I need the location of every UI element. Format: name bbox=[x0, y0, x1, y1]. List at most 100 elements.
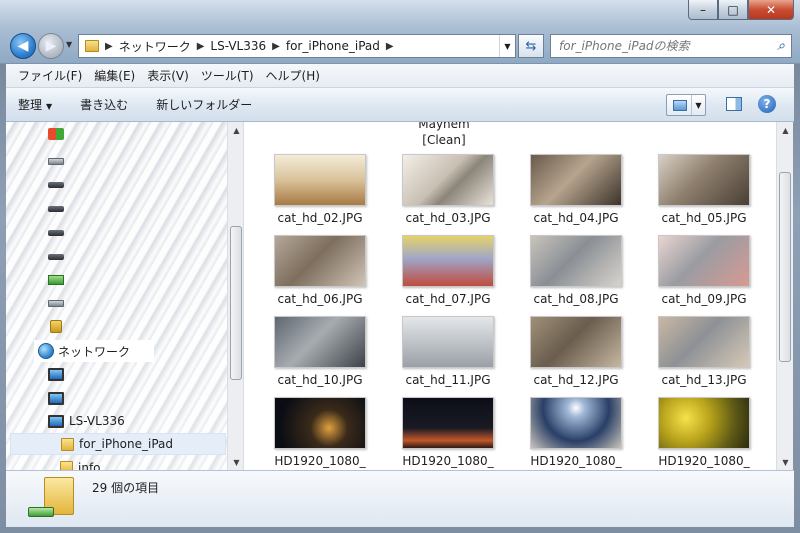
drive-icon[interactable] bbox=[48, 230, 64, 236]
forward-button[interactable]: ▶ bbox=[38, 33, 64, 59]
refresh-button[interactable]: ⇆ bbox=[518, 34, 544, 58]
scroll-up-arrow[interactable]: ▲ bbox=[228, 122, 243, 138]
search-input[interactable] bbox=[559, 39, 759, 53]
file-item[interactable]: cat_hd_05.JPG bbox=[640, 154, 768, 225]
image-thumbnail bbox=[274, 235, 366, 287]
partial-label-line2: [Clean] bbox=[422, 133, 466, 147]
chevron-right-icon[interactable]: ▶ bbox=[384, 41, 396, 52]
file-item[interactable]: cat_hd_07.JPG bbox=[384, 235, 512, 306]
file-item[interactable]: cat_hd_06.JPG bbox=[256, 235, 384, 306]
scroll-thumb[interactable] bbox=[779, 172, 791, 362]
drive-icon[interactable] bbox=[48, 158, 64, 165]
close-button[interactable]: ✕ bbox=[748, 0, 794, 20]
file-item[interactable]: cat_hd_13.JPG bbox=[640, 316, 768, 387]
history-dropdown[interactable]: ▼ bbox=[66, 40, 72, 49]
drive-icon[interactable] bbox=[48, 206, 64, 212]
file-name: cat_hd_03.JPG bbox=[405, 211, 491, 225]
file-item[interactable]: cat_hd_09.JPG bbox=[640, 235, 768, 306]
file-name: cat_hd_11.JPG bbox=[405, 373, 491, 387]
arrow-left-icon: ◀ bbox=[17, 38, 29, 54]
file-item[interactable]: cat_hd_02.JPG bbox=[256, 154, 384, 225]
file-item[interactable]: cat_hd_08.JPG bbox=[512, 235, 640, 306]
menu-help[interactable]: ヘルプ(H) bbox=[260, 67, 326, 84]
scroll-thumb[interactable] bbox=[230, 226, 242, 380]
file-item[interactable]: cat_hd_03.JPG bbox=[384, 154, 512, 225]
file-name: HD1920_1080_ bbox=[274, 454, 366, 468]
search-box[interactable]: ⌕ bbox=[550, 34, 792, 58]
scroll-down-arrow[interactable]: ▼ bbox=[777, 454, 794, 470]
burn-button[interactable]: 書き込む bbox=[80, 96, 128, 113]
file-item[interactable]: HD1920_1080_ bbox=[640, 397, 768, 468]
nav-label-server: LS-VL336 bbox=[69, 414, 125, 428]
nav-label-info: info bbox=[78, 461, 101, 470]
file-item[interactable]: HD1920_1080_ bbox=[256, 397, 384, 468]
help-icon[interactable]: ? bbox=[758, 95, 776, 113]
image-thumbnail bbox=[530, 235, 622, 287]
minimize-button[interactable]: – bbox=[688, 0, 718, 20]
network-icon bbox=[28, 507, 54, 517]
image-thumbnail bbox=[274, 316, 366, 368]
menu-edit[interactable]: 編集(E) bbox=[88, 67, 141, 84]
breadcrumb-network[interactable]: ネットワーク bbox=[115, 38, 195, 55]
drive-icon[interactable] bbox=[48, 182, 64, 188]
window-chrome: – □ ✕ ◀ ▶ ▼ ▶ ネットワーク ▶ LS-VL336 ▶ for_iP… bbox=[0, 0, 800, 64]
computer-icon bbox=[48, 415, 64, 428]
file-item[interactable]: HD1920_1080_ bbox=[384, 397, 512, 468]
maximize-button[interactable]: □ bbox=[718, 0, 748, 20]
image-thumbnail bbox=[402, 316, 494, 368]
file-item[interactable]: cat_hd_04.JPG bbox=[512, 154, 640, 225]
file-name: HD1920_1080_ bbox=[530, 454, 622, 468]
file-name: cat_hd_13.JPG bbox=[661, 373, 747, 387]
search-icon[interactable]: ⌕ bbox=[777, 38, 785, 54]
file-item[interactable]: cat_hd_10.JPG bbox=[256, 316, 384, 387]
content-scrollbar[interactable]: ▲ ▼ bbox=[776, 122, 793, 470]
file-item[interactable]: cat_hd_11.JPG bbox=[384, 316, 512, 387]
nav-scrollbar[interactable]: ▲ ▼ bbox=[227, 122, 243, 470]
nav-item-network[interactable]: ネットワーク bbox=[34, 340, 154, 362]
computer-icon[interactable] bbox=[48, 392, 64, 405]
address-dropdown[interactable]: ▼ bbox=[499, 35, 515, 57]
scroll-down-arrow[interactable]: ▼ bbox=[228, 454, 243, 470]
file-item[interactable]: HD1920_1080_ bbox=[512, 397, 640, 468]
arrow-right-icon: ▶ bbox=[45, 38, 57, 54]
chevron-right-icon[interactable]: ▶ bbox=[270, 41, 282, 52]
nav-item-folder-selected[interactable]: for_iPhone_iPad bbox=[10, 433, 226, 455]
lock-icon[interactable] bbox=[50, 320, 62, 333]
file-name: HD1920_1080_ bbox=[658, 454, 750, 468]
nav-item-info[interactable]: info bbox=[6, 457, 228, 470]
breadcrumb-folder[interactable]: for_iPhone_iPad bbox=[282, 39, 384, 53]
menu-file[interactable]: ファイル(F) bbox=[12, 67, 88, 84]
chevron-right-icon[interactable]: ▶ bbox=[195, 41, 207, 52]
file-item[interactable]: cat_hd_12.JPG bbox=[512, 316, 640, 387]
file-name: cat_hd_06.JPG bbox=[277, 292, 363, 306]
computer-icon[interactable] bbox=[48, 368, 64, 381]
drive-icon[interactable] bbox=[48, 254, 64, 260]
address-bar[interactable]: ▶ ネットワーク ▶ LS-VL336 ▶ for_iPhone_iPad ▶ … bbox=[78, 34, 516, 58]
organize-label: 整理 bbox=[18, 98, 43, 112]
file-name: cat_hd_07.JPG bbox=[405, 292, 491, 306]
organize-button[interactable]: 整理 ▼ bbox=[18, 96, 52, 113]
file-name: cat_hd_09.JPG bbox=[661, 292, 747, 306]
drive-icon[interactable] bbox=[48, 300, 64, 307]
view-icon bbox=[673, 99, 687, 111]
scroll-up-arrow[interactable]: ▲ bbox=[777, 122, 794, 138]
chevron-down-icon: ▼ bbox=[46, 102, 53, 111]
image-thumbnail bbox=[402, 397, 494, 449]
nav-item-server[interactable]: LS-VL336 bbox=[6, 410, 228, 432]
partial-file-label[interactable]: Mayhem [Clean] bbox=[394, 122, 494, 148]
image-thumbnail bbox=[530, 154, 622, 206]
back-button[interactable]: ◀ bbox=[10, 33, 36, 59]
item-count: 29 個の項目 bbox=[92, 481, 160, 495]
chevron-right-icon[interactable]: ▶ bbox=[103, 41, 115, 52]
change-view-button[interactable]: ▼ bbox=[666, 94, 706, 116]
menu-tools[interactable]: ツール(T) bbox=[195, 67, 260, 84]
partial-label-line1: Mayhem bbox=[418, 122, 470, 131]
image-thumbnail bbox=[530, 397, 622, 449]
windows-logo-icon[interactable] bbox=[48, 128, 64, 140]
network-drive-icon[interactable] bbox=[48, 275, 64, 285]
chevron-down-icon[interactable]: ▼ bbox=[691, 95, 705, 115]
preview-pane-icon[interactable] bbox=[726, 97, 742, 111]
menu-view[interactable]: 表示(V) bbox=[141, 67, 195, 84]
breadcrumb-server[interactable]: LS-VL336 bbox=[206, 39, 270, 53]
new-folder-button[interactable]: 新しいフォルダー bbox=[156, 96, 252, 113]
